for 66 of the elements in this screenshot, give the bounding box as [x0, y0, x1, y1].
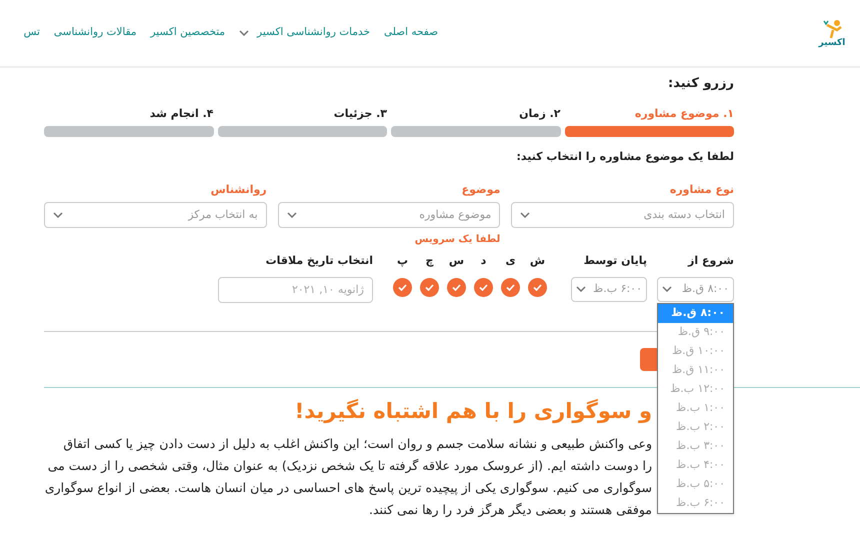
field-label: موضوع — [460, 182, 500, 198]
check-icon — [533, 284, 542, 290]
select-field[interactable]: انتخاب دسته بندی — [511, 202, 734, 228]
select-field[interactable]: به انتخاب مرکز — [44, 202, 267, 228]
time-option[interactable]: ۱۱:۰۰ ق.ظ — [658, 361, 733, 380]
date-field[interactable]: ژانویه ۱۰, ۲۰۲۱ — [218, 276, 373, 302]
check-icon — [425, 284, 434, 290]
check-icon — [398, 284, 407, 290]
error-text: لطفا یک سرویس — [414, 233, 500, 247]
step-label: ۱. موضوع مشاوره — [634, 106, 734, 122]
nav-link[interactable]: متخصصین اکسیر — [150, 25, 226, 41]
chevron-down-icon — [52, 212, 63, 218]
time-option[interactable]: ۶:۰۰ ب.ظ — [658, 494, 733, 513]
time-option[interactable]: ۵:۰۰ ب.ظ — [658, 475, 733, 494]
day-label: ی — [505, 253, 516, 269]
time-option[interactable]: ۱۰:۰۰ ق.ظ — [658, 342, 733, 361]
instruction-text: لطفا یک موضوع مشاوره را انتخاب کنید: — [515, 149, 734, 165]
article-text-line: سوگواری می کنیم. سوگواری یکی از پیچیده ترین پاسخ های احساسی در میان انسان هاست. بعضی از انواع سوگواری — [44, 479, 652, 497]
nav-link[interactable]: مقالات روانشناسی — [54, 25, 137, 41]
day-label: چ — [426, 253, 434, 269]
nav-link[interactable]: خدمات روانشناسی اکسیر — [239, 25, 370, 41]
chevron-down-icon — [286, 212, 297, 218]
field-label: شروع از — [686, 253, 734, 269]
day-label: د — [480, 253, 486, 269]
day-checkbox[interactable] — [474, 278, 493, 296]
step-label: ۲. زمان — [518, 106, 560, 122]
field-label: نوع مشاوره — [668, 182, 734, 198]
field-label: انتخاب تاریخ ملاقات — [264, 253, 373, 269]
time-option[interactable]: ۳:۰۰ ب.ظ — [658, 437, 733, 456]
time-option[interactable]: ۹:۰۰ ق.ظ — [658, 323, 733, 342]
time-option[interactable]: ۱۲:۰۰ ب.ظ — [658, 380, 733, 399]
chevron-down-icon — [239, 30, 250, 36]
day-checkbox[interactable] — [447, 278, 466, 296]
check-icon — [452, 284, 461, 290]
day-checkbox[interactable] — [528, 278, 547, 296]
booking-title: رزرو کنید: — [667, 75, 734, 93]
field-label: پایان توسط — [582, 253, 647, 269]
logo-icon — [821, 18, 843, 38]
day-label: ش — [530, 253, 546, 269]
time-option[interactable]: ۲:۰۰ ب.ظ — [658, 418, 733, 437]
time-option[interactable]: ۸:۰۰ ق.ظ — [658, 304, 733, 323]
chevron-down-icon — [662, 286, 672, 292]
step-label: ۴. انجام شد — [148, 106, 214, 122]
start-time-select[interactable]: ۸:۰۰ ق.ظ — [657, 276, 734, 302]
day-checkbox[interactable] — [420, 278, 439, 296]
time-option[interactable]: ۱:۰۰ ب.ظ — [658, 399, 733, 418]
select-field[interactable]: موضوع مشاوره — [278, 202, 500, 228]
chevron-down-icon — [576, 286, 586, 292]
article-text-line: را دوست داشته ایم. (از عروسک مورد علاقه گرفته تا یک شخص نزدیک) به عنوان مثال، وقتی شخصی را از دست می — [48, 457, 652, 475]
time-option[interactable]: ۴:۰۰ ب.ظ — [658, 456, 733, 475]
day-checkbox[interactable] — [393, 278, 412, 296]
chevron-down-icon — [520, 212, 530, 218]
field-label: روانشناس — [210, 182, 267, 198]
day-label: س — [448, 253, 464, 269]
day-checkbox[interactable] — [501, 278, 520, 296]
logo-text: اکسیر — [818, 38, 846, 48]
step-label: ۳. جزئیات — [332, 106, 387, 122]
nav-link[interactable]: تس — [24, 25, 40, 41]
check-icon — [506, 284, 515, 290]
end-time-select[interactable]: ۶:۰۰ ب.ظ — [571, 276, 647, 302]
article-text-line: وعی واکنش طبیعی و نشانه سلامت جسم و روان است؛ این واکنش اغلب به دلیل از دست دادن چیز یا کسی اتفاق — [63, 435, 652, 453]
article-text-line: موفقی هستند و بعضی دیگر هرگز فرد را رها نمی کنند. — [369, 501, 652, 519]
check-icon — [479, 284, 488, 290]
nav-link[interactable]: صفحه اصلی — [384, 25, 438, 41]
day-label: پ — [396, 253, 408, 269]
article-heading: و سوگواری را با هم اشتباه نگیرید! — [294, 398, 652, 426]
